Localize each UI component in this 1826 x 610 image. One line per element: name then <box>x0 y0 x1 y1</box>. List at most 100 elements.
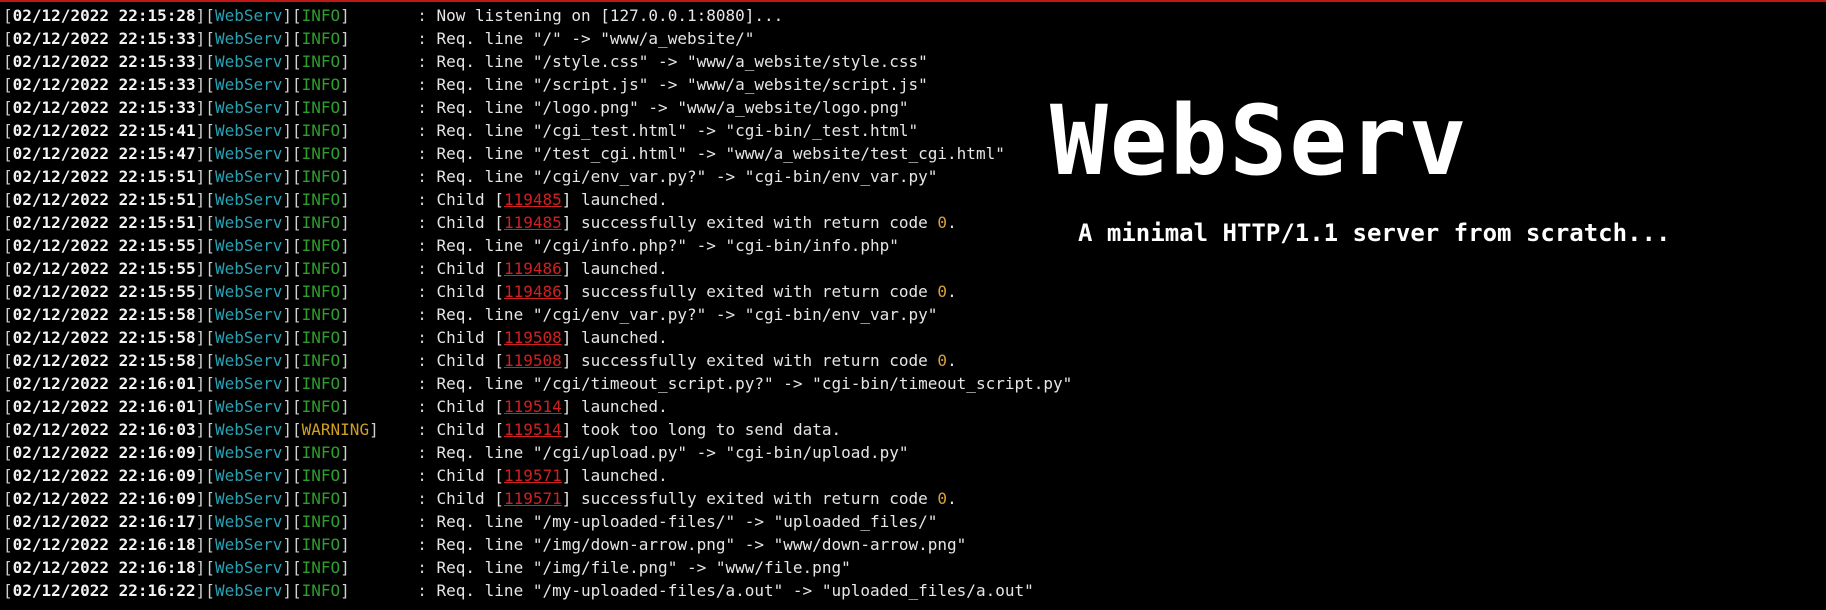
log-level: INFO <box>301 52 341 71</box>
log-line: [02/12/2022 22:16:03][WebServ][WARNING] … <box>3 418 1123 441</box>
bracket-sep: ][ <box>282 374 302 393</box>
bracket-sep: ][ <box>195 29 215 48</box>
log-separator: ] : <box>340 144 437 163</box>
log-separator: ] : <box>340 190 437 209</box>
log-message-text: Req. line "/cgi/upload.py" -> "cgi-bin/u… <box>436 443 909 462</box>
log-separator: ] : <box>340 374 437 393</box>
window-top-border <box>0 0 1826 2</box>
log-line: [02/12/2022 22:16:17][WebServ][INFO] : R… <box>3 510 1123 533</box>
bracket-sep: ][ <box>195 282 215 301</box>
log-level: INFO <box>301 259 341 278</box>
log-message-text: ] launched. <box>561 190 668 209</box>
log-timestamp: 02/12/2022 22:15:33 <box>12 98 196 117</box>
bracket-sep: ][ <box>195 420 215 439</box>
bracket-sep: ][ <box>195 443 215 462</box>
log-module: WebServ <box>214 6 283 25</box>
bracket-sep: ][ <box>195 167 215 186</box>
log-line: [02/12/2022 22:16:01][WebServ][INFO] : R… <box>3 372 1123 395</box>
log-separator: ] : <box>340 29 437 48</box>
log-message-text: Child [ <box>436 259 504 278</box>
log-message-text: ] launched. <box>561 397 668 416</box>
log-level: INFO <box>301 581 341 600</box>
log-separator: ] : <box>340 52 437 71</box>
bracket-sep: ][ <box>282 420 302 439</box>
bracket-sep: ][ <box>282 236 302 255</box>
bracket-sep: ][ <box>195 144 215 163</box>
log-level: INFO <box>301 98 341 117</box>
bracket-sep: ][ <box>282 489 302 508</box>
log-module: WebServ <box>214 443 283 462</box>
log-timestamp: 02/12/2022 22:16:17 <box>12 512 196 531</box>
bracket-open: [ <box>3 167 13 186</box>
log-module: WebServ <box>214 29 283 48</box>
bracket-open: [ <box>3 52 13 71</box>
bracket-sep: ][ <box>282 558 302 577</box>
bracket-open: [ <box>3 236 13 255</box>
log-module: WebServ <box>214 305 283 324</box>
log-level: INFO <box>301 29 341 48</box>
log-message-text: Req. line "/test_cgi.html" -> "www/a_web… <box>436 144 1005 163</box>
log-message-text: Req. line "/my-uploaded-files/a.out" -> … <box>436 581 1034 600</box>
log-separator: ] : <box>340 466 437 485</box>
log-line: [02/12/2022 22:16:09][WebServ][INFO] : R… <box>3 441 1123 464</box>
log-module: WebServ <box>214 213 283 232</box>
log-line: [02/12/2022 22:15:58][WebServ][INFO] : C… <box>3 326 1123 349</box>
log-separator: ] : <box>340 167 437 186</box>
log-separator: ] : <box>340 6 437 25</box>
log-timestamp: 02/12/2022 22:15:51 <box>12 190 196 209</box>
bracket-open: [ <box>3 75 13 94</box>
log-message-text: . <box>947 213 957 232</box>
log-module: WebServ <box>214 144 283 163</box>
log-message-text: . <box>947 351 957 370</box>
bracket-open: [ <box>3 512 13 531</box>
log-timestamp: 02/12/2022 22:16:18 <box>12 558 196 577</box>
log-timestamp: 02/12/2022 22:16:01 <box>12 397 196 416</box>
log-module: WebServ <box>214 121 283 140</box>
bracket-sep: ][ <box>195 466 215 485</box>
log-message-text: Req. line "/" -> "www/a_website/" <box>436 29 755 48</box>
log-message-text: Req. line "/script.js" -> "www/a_website… <box>436 75 928 94</box>
log-module: WebServ <box>214 328 283 347</box>
log-message-text: ] successfully exited with return code <box>561 282 938 301</box>
log-level: INFO <box>301 512 341 531</box>
bracket-open: [ <box>3 466 13 485</box>
log-return-code: 0 <box>937 213 948 232</box>
log-message-text: Child [ <box>436 489 504 508</box>
log-message-text: Req. line "/cgi_test.html" -> "cgi-bin/_… <box>436 121 919 140</box>
log-message-text: Child [ <box>436 190 504 209</box>
bracket-open: [ <box>3 144 13 163</box>
log-line: [02/12/2022 22:16:09][WebServ][INFO] : C… <box>3 464 1123 487</box>
log-line: [02/12/2022 22:15:33][WebServ][INFO] : R… <box>3 27 1123 50</box>
log-separator: ] : <box>340 121 437 140</box>
log-level: INFO <box>301 167 341 186</box>
terminal-log-output[interactable]: [02/12/2022 22:15:28][WebServ][INFO] : N… <box>3 4 1123 602</box>
log-message-text: Req. line "/cgi/env_var.py?" -> "cgi-bin… <box>436 167 938 186</box>
bracket-sep: ][ <box>282 466 302 485</box>
bracket-open: [ <box>3 328 13 347</box>
bracket-open: [ <box>3 29 13 48</box>
log-level: INFO <box>301 443 341 462</box>
bracket-sep: ][ <box>195 98 215 117</box>
log-line: [02/12/2022 22:15:55][WebServ][INFO] : R… <box>3 234 1123 257</box>
log-message-text: Child [ <box>436 351 504 370</box>
bracket-open: [ <box>3 6 13 25</box>
bracket-sep: ][ <box>195 328 215 347</box>
log-timestamp: 02/12/2022 22:16:09 <box>12 489 196 508</box>
log-line: [02/12/2022 22:16:18][WebServ][INFO] : R… <box>3 533 1123 556</box>
bracket-sep: ][ <box>195 581 215 600</box>
log-line: [02/12/2022 22:15:47][WebServ][INFO] : R… <box>3 142 1123 165</box>
bracket-sep: ][ <box>282 351 302 370</box>
log-module: WebServ <box>214 98 283 117</box>
bracket-open: [ <box>3 374 13 393</box>
log-timestamp: 02/12/2022 22:15:33 <box>12 29 196 48</box>
bracket-sep: ][ <box>195 213 215 232</box>
bracket-open: [ <box>3 420 13 439</box>
log-module: WebServ <box>214 489 283 508</box>
bracket-open: [ <box>3 489 13 508</box>
bracket-sep: ][ <box>282 535 302 554</box>
log-separator: ] : <box>340 259 437 278</box>
log-timestamp: 02/12/2022 22:15:55 <box>12 282 196 301</box>
bracket-sep: ][ <box>282 397 302 416</box>
bracket-sep: ][ <box>195 305 215 324</box>
log-return-code: 0 <box>937 351 948 370</box>
